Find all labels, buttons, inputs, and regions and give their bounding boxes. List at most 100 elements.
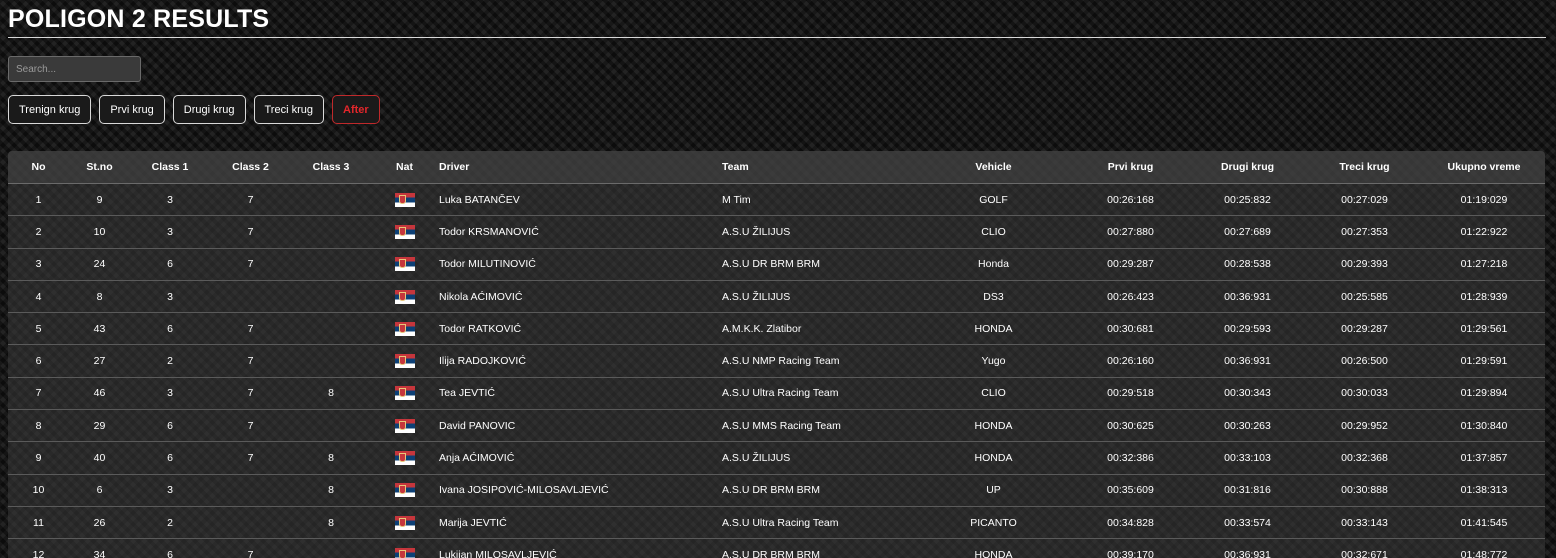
column-header-class-1[interactable]: Class 1 [130,151,210,184]
serbia-flag-icon [394,354,415,369]
serbia-flag-icon [394,386,415,401]
table-row: 10 6 3 8 Ivana JOSIPOVIĆ-MILOSAVLJEVIĆ A.S.U … [8,474,1545,507]
results-table-panel: No St.no Class 1 Class 2 Class 3 Nat Dri… [8,151,1545,558]
start-number-cell: 9 [69,183,130,217]
position-cell: 4 [8,280,69,314]
lap-2-time-cell: 00:27:689 [1189,215,1306,249]
driver-cell: Todor RATKOVIĆ [438,312,721,346]
column-header-team[interactable]: Team [721,151,915,184]
vehicle-cell: Yugo [915,344,1072,378]
driver-cell: Todor KRSMANOVIĆ [438,215,721,249]
driver-cell: Todor MILUTINOVIĆ [438,248,721,281]
lap-filter-bar: Trenign krug Prvi krug Drugi krug Treci … [8,95,380,124]
table-row: 5 43 6 7 Todor RATKOVIĆ A.M.K.K. Zlatibor HOND… [8,312,1545,346]
class-3-cell [291,312,371,346]
serbia-flag-icon [394,224,415,239]
lap-1-time-cell: 00:35:609 [1072,474,1189,507]
position-cell: 12 [8,538,69,558]
class-2-cell [210,506,291,540]
start-number-cell: 40 [69,441,130,475]
column-header-driver[interactable]: Driver [438,151,721,184]
filter-after-button[interactable]: After [332,95,380,124]
position-cell: 6 [8,344,69,378]
total-time-cell: 01:29:591 [1423,344,1545,378]
filter-prvi-krug-button[interactable]: Prvi krug [99,95,165,124]
lap-1-time-cell: 00:30:681 [1072,312,1189,346]
vehicle-cell: CLIO [915,215,1072,249]
column-header-drugi-krug[interactable]: Drugi krug [1189,151,1306,184]
column-header-nat[interactable]: Nat [371,151,438,184]
class-3-cell [291,409,371,443]
results-table: No St.no Class 1 Class 2 Class 3 Nat Dri… [8,151,1545,558]
total-time-cell: 01:30:840 [1423,409,1545,443]
column-header-start-number[interactable]: St.no [69,151,130,184]
class-3-cell [291,215,371,249]
lap-2-time-cell: 00:30:263 [1189,409,1306,443]
lap-2-time-cell: 00:25:832 [1189,183,1306,217]
team-cell: A.S.U Ultra Racing Team [721,377,915,411]
start-number-cell: 34 [69,538,130,558]
class-2-cell [210,280,291,314]
lap-3-time-cell: 00:29:952 [1306,409,1423,443]
position-cell: 8 [8,409,69,443]
total-time-cell: 01:28:939 [1423,280,1545,314]
class-3-cell: 8 [291,506,371,540]
team-cell: A.S.U MMS Racing Team [721,409,915,443]
total-time-cell: 01:41:545 [1423,506,1545,540]
column-header-ukupno-vreme[interactable]: Ukupno vreme [1423,151,1545,184]
total-time-cell: 01:29:561 [1423,312,1545,346]
serbia-flag-icon [394,547,415,558]
table-row: 8 29 6 7 David PANOVIC A.S.U MMS Racing Team H… [8,409,1545,443]
serbia-flag-icon [394,451,415,466]
class-2-cell: 7 [210,215,291,249]
lap-3-time-cell: 00:33:143 [1306,506,1423,540]
lap-3-time-cell: 00:30:033 [1306,377,1423,411]
lap-3-time-cell: 00:29:393 [1306,248,1423,281]
start-number-cell: 43 [69,312,130,346]
filter-treci-krug-button[interactable]: Treci krug [253,95,324,124]
column-header-no[interactable]: No [8,151,69,184]
start-number-cell: 29 [69,409,130,443]
start-number-cell: 6 [69,474,130,507]
driver-cell: Luka BATANČEV [438,183,721,217]
class-1-cell: 3 [130,215,210,249]
nationality-cell [371,506,438,540]
class-3-cell [291,538,371,558]
column-header-treci-krug[interactable]: Treci krug [1306,151,1423,184]
class-1-cell: 6 [130,441,210,475]
lap-2-time-cell: 00:36:931 [1189,538,1306,558]
filter-drugi-krug-button[interactable]: Drugi krug [172,95,246,124]
lap-3-time-cell: 00:32:368 [1306,441,1423,475]
lap-1-time-cell: 00:30:625 [1072,409,1189,443]
lap-1-time-cell: 00:29:287 [1072,248,1189,281]
team-cell: A.S.U DR BRM BRM [721,474,915,507]
total-time-cell: 01:48:772 [1423,538,1545,558]
start-number-cell: 10 [69,215,130,249]
position-cell: 2 [8,215,69,249]
class-1-cell: 6 [130,538,210,558]
driver-cell: Tea JEVTIĆ [438,377,721,411]
lap-3-time-cell: 00:27:353 [1306,215,1423,249]
nationality-cell [371,474,438,507]
class-3-cell [291,280,371,314]
search-input[interactable] [8,56,141,82]
position-cell: 10 [8,474,69,507]
start-number-cell: 24 [69,248,130,281]
class-1-cell: 3 [130,183,210,217]
nationality-cell [371,538,438,558]
start-number-cell: 8 [69,280,130,314]
column-header-class-2[interactable]: Class 2 [210,151,291,184]
lap-2-time-cell: 00:33:574 [1189,506,1306,540]
table-row: 6 27 2 7 Ilija RADOJKOVIĆ A.S.U NMP Racing Te… [8,344,1545,378]
total-time-cell: 01:22:922 [1423,215,1545,249]
vehicle-cell: HONDA [915,312,1072,346]
class-3-cell: 8 [291,474,371,507]
filter-trenign-krug-button[interactable]: Trenign krug [8,95,92,124]
column-header-prvi-krug[interactable]: Prvi krug [1072,151,1189,184]
column-header-vehicle[interactable]: Vehicle [915,151,1072,184]
class-2-cell: 7 [210,344,291,378]
lap-1-time-cell: 00:26:160 [1072,344,1189,378]
class-1-cell: 2 [130,506,210,540]
column-header-class-3[interactable]: Class 3 [291,151,371,184]
lap-3-time-cell: 00:30:888 [1306,474,1423,507]
